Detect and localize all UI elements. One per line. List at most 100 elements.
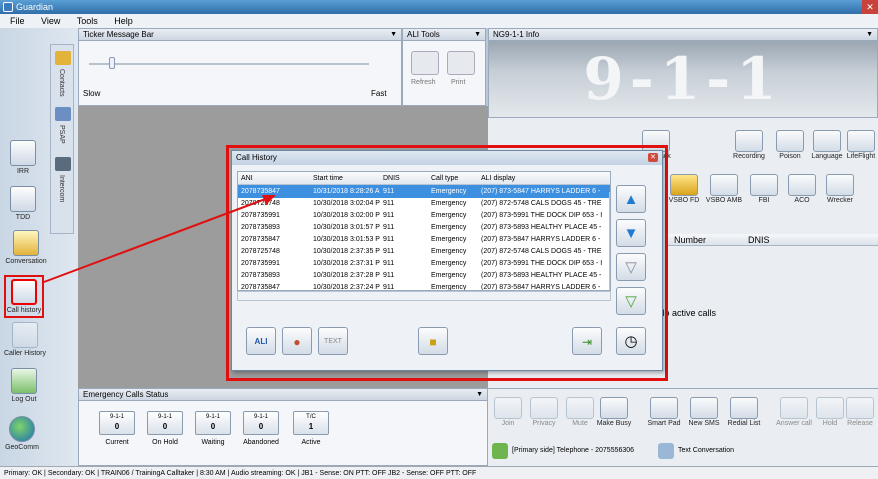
menu-help[interactable]: Help [114, 16, 133, 26]
wrecker-button[interactable]: Wrecker [820, 174, 860, 204]
contact-icon: ● [293, 335, 301, 349]
close-icon[interactable]: ✕ [862, 0, 878, 14]
ticker-speed-track [89, 63, 369, 65]
lock-button[interactable]: ■ [418, 327, 448, 355]
text-conversation-icon [658, 443, 674, 459]
time-filter-button[interactable]: ◷ [616, 327, 646, 355]
current-caption: Current [105, 439, 129, 446]
tab-intercom[interactable]: Intercom [58, 175, 65, 202]
contacts-icon[interactable] [55, 51, 71, 65]
telephone-tab[interactable]: [Primary side] Telephone - 2075556306 [512, 447, 634, 454]
move-up-button[interactable]: ▲ [616, 185, 646, 213]
col-dnis[interactable]: DNIS [380, 172, 428, 185]
ali-button[interactable]: ALI [246, 327, 276, 355]
caller-history-button[interactable]: Caller History [2, 322, 48, 357]
clear-filter-button[interactable]: ▽ [616, 287, 646, 315]
call-history-label: Call history [6, 307, 42, 314]
current-count: 0 [114, 422, 120, 431]
make-busy-button[interactable]: Make Busy [594, 397, 634, 427]
aco-icon [788, 174, 816, 196]
chevron-down-icon[interactable]: ▼ [390, 29, 397, 41]
onhold-count-box[interactable]: 9-1-1 0 [147, 411, 183, 435]
filter-check-icon: ▽ [625, 293, 637, 310]
filter-button[interactable]: ▽ [616, 253, 646, 281]
emergency-header: Emergency Calls Status ▼ [79, 389, 487, 401]
ticker-speed-slider[interactable] [109, 57, 115, 69]
vsbo-fd-icon [670, 174, 698, 196]
fbi-label: FBI [758, 197, 770, 204]
aco-button[interactable]: ACO [782, 174, 822, 204]
active-count-box[interactable]: T/C 1 [293, 411, 329, 435]
col-call-type[interactable]: Call type [428, 172, 478, 185]
menu-file[interactable]: File [10, 16, 25, 26]
release-button[interactable]: Release [842, 397, 878, 427]
new-sms-button[interactable]: New SMS [684, 397, 724, 427]
privacy-button[interactable]: Privacy [524, 397, 564, 427]
tab-column: Contacts PSAP Intercom [50, 44, 74, 234]
text-conversation-tab[interactable]: Text Conversation [678, 447, 734, 454]
redial-icon [730, 397, 758, 419]
vsbo-amb-button[interactable]: VSBO AMB [704, 174, 744, 204]
irr-button[interactable]: IRR [6, 140, 40, 175]
call-history-button[interactable]: Call history [4, 275, 44, 318]
text-button[interactable]: TEXT [318, 327, 348, 355]
close-icon[interactable]: ✕ [648, 153, 658, 162]
print-label: Print [451, 79, 466, 86]
answer-call-button[interactable]: Answer call [774, 397, 814, 427]
table-header-row: ANI Start time DNIS Call type ALI displa… [238, 172, 610, 185]
make-busy-label: Make Busy [596, 420, 632, 427]
intercom-icon[interactable] [55, 157, 71, 171]
ticker-title: Ticker Message Bar [83, 30, 154, 39]
poison-icon [776, 130, 804, 152]
refresh-icon[interactable] [411, 51, 439, 75]
chevron-down-icon[interactable]: ▼ [474, 29, 481, 41]
language-icon [813, 130, 841, 152]
recording-button[interactable]: Recording [724, 130, 774, 160]
mute-label: Mute [572, 420, 588, 427]
menu-tools[interactable]: Tools [77, 16, 98, 26]
contact-button[interactable]: ● [282, 327, 312, 355]
horizontal-scrollbar[interactable] [237, 291, 611, 301]
tab-contacts[interactable]: Contacts [58, 69, 65, 97]
col-ani[interactable]: ANI [238, 172, 310, 185]
menu-view[interactable]: View [41, 16, 60, 26]
logout-button[interactable]: Log Out [4, 368, 44, 403]
table-row[interactable]: 2078735847 10/30/2018 2:37:24 PM 911 Emerge… [238, 281, 610, 290]
tdd-icon [10, 186, 36, 212]
move-down-button[interactable]: ▼ [616, 219, 646, 247]
microphone-icon [566, 397, 594, 419]
ambulance-icon [710, 174, 738, 196]
vertical-scrollbar[interactable] [609, 192, 610, 290]
abandoned-count-box[interactable]: 9-1-1 0 [243, 411, 279, 435]
vsbo-amb-label: VSBO AMB [705, 197, 743, 204]
onhold-caption: On Hold [152, 439, 178, 446]
tdd-label: TDD [15, 214, 31, 221]
col-ali-display[interactable]: ALI display [478, 172, 608, 185]
geocomm-label: GeoComm [5, 444, 39, 451]
tdd-button[interactable]: TDD [6, 186, 40, 221]
join-button[interactable]: Join [488, 397, 528, 427]
join-icon [494, 397, 522, 419]
privacy-icon [530, 397, 558, 419]
fbi-button[interactable]: FBI [744, 174, 784, 204]
chevron-down-icon[interactable]: ▼ [866, 29, 873, 41]
vsbo-fd-button[interactable]: VSBO FD [664, 174, 704, 204]
conversation-button[interactable]: Conversation [4, 230, 48, 265]
tab-psap[interactable]: PSAP [58, 125, 65, 144]
geocomm-button[interactable]: GeoComm [2, 416, 42, 451]
col-start-time[interactable]: Start time [310, 172, 380, 185]
lifeflight-button[interactable]: LifeFlight [844, 130, 878, 160]
chevron-down-icon[interactable]: ▼ [476, 389, 483, 401]
user-clock-icon: ◷ [624, 333, 638, 350]
waiting-count-box[interactable]: 9-1-1 0 [195, 411, 231, 435]
ali-tools-panel: ALI Tools ▼ Refresh Print [402, 28, 486, 106]
dialog-title: Call History [236, 153, 277, 162]
print-icon[interactable] [447, 51, 475, 75]
psap-icon[interactable] [55, 107, 71, 121]
active-caption: Active [301, 439, 321, 446]
dnis-header: DNIS [748, 235, 770, 245]
current-count-box[interactable]: 9-1-1 0 [99, 411, 135, 435]
redial-list-button[interactable]: Redial List [724, 397, 764, 427]
exit-button[interactable]: ⇥ [572, 327, 602, 355]
smart-pad-button[interactable]: Smart Pad [644, 397, 684, 427]
